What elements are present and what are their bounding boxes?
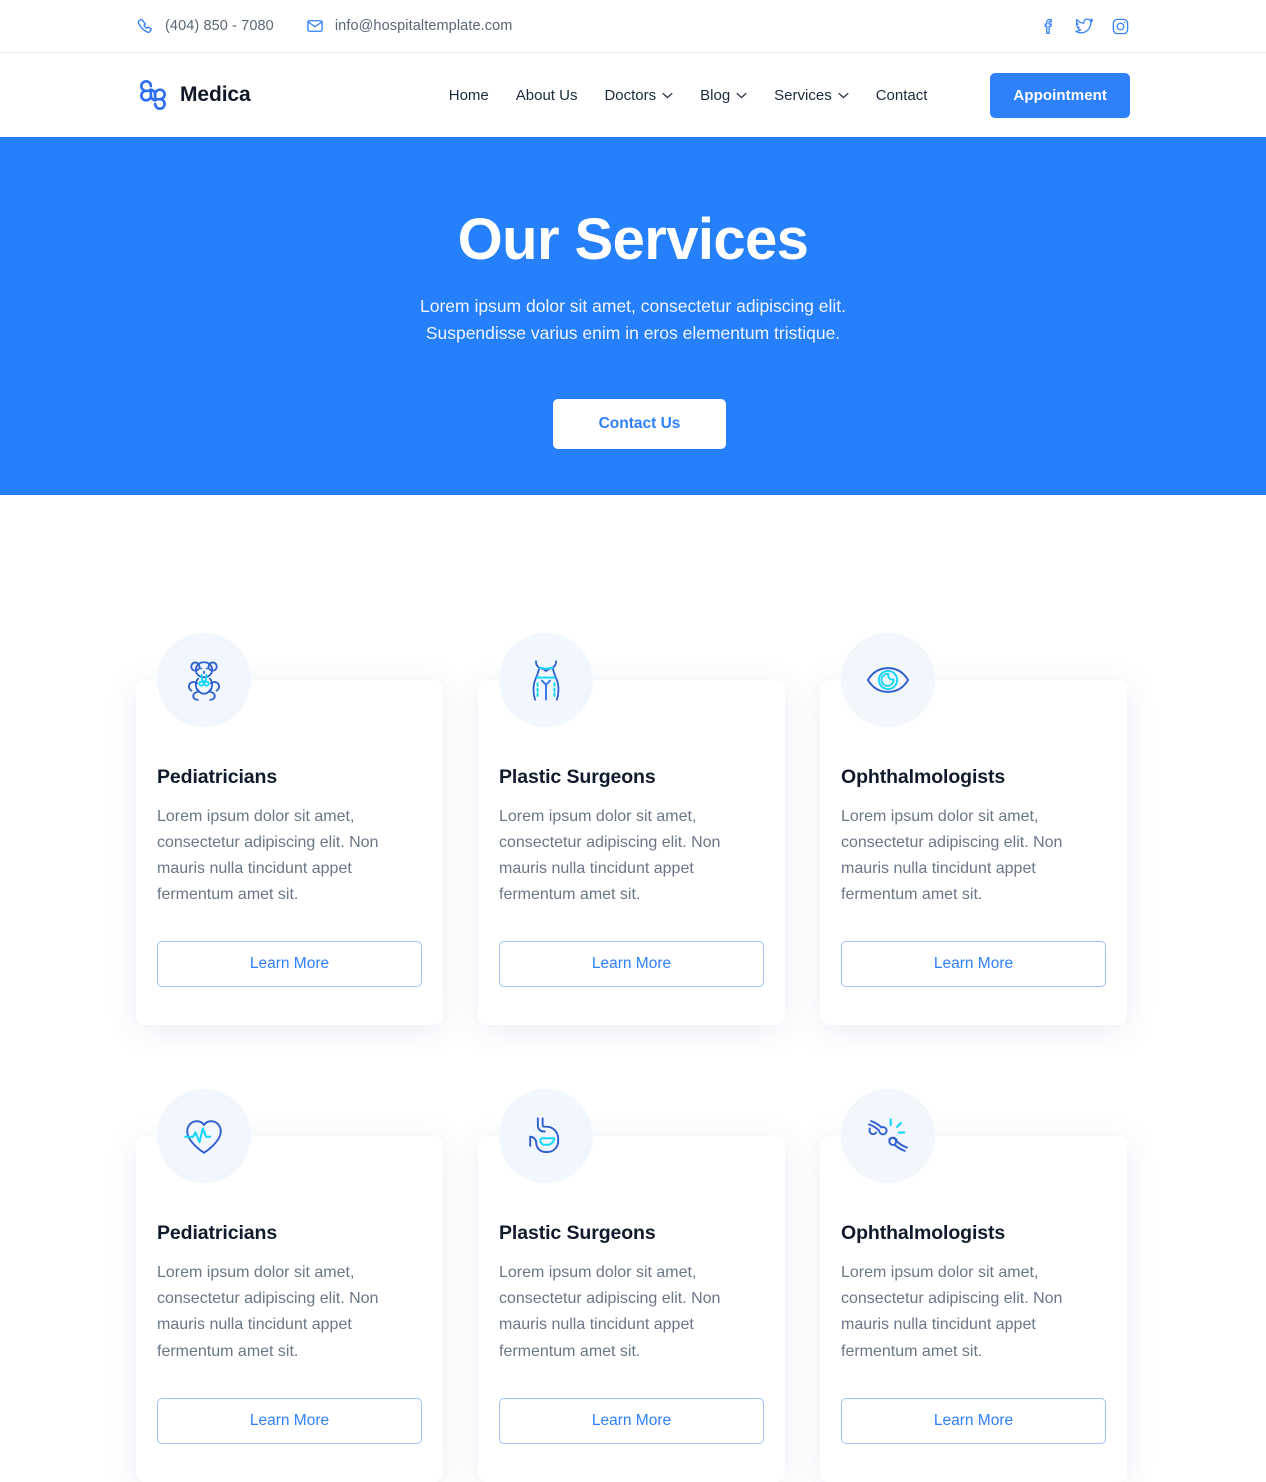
- hero-subtitle-line-2: Suspendisse varius enim in eros elementu…: [425, 323, 841, 344]
- nav-item-about-us-label: About Us: [515, 86, 578, 104]
- service-card-title: Plastic Surgeons: [499, 1222, 656, 1245]
- service-card[interactable]: Plastic Surgeons Lorem ipsum dolor sit a…: [478, 633, 785, 1026]
- hero-banner: Our Services Lorem ipsum dolor sit amet,…: [0, 137, 1266, 495]
- service-card-title: Pediatricians: [157, 766, 278, 788]
- brand-name: Medica: [180, 83, 251, 106]
- service-card-title: Plastic Surgeons: [499, 766, 656, 788]
- nav-item-home-label: Home: [448, 86, 489, 104]
- topbar-email-text: info@hospitaltemplate.com: [334, 18, 513, 34]
- nav-item-about-us[interactable]: About Us: [516, 87, 578, 104]
- service-card-description: Lorem ipsum dolor sit amet, consectetur …: [499, 1264, 721, 1360]
- instagram-icon[interactable]: [1111, 17, 1130, 36]
- medical-cross-logo-icon: [140, 79, 166, 111]
- service-card[interactable]: Ophthalmologists Lorem ipsum dolor sit a…: [820, 1089, 1127, 1482]
- services-section: Pediatricians Lorem ipsum dolor sit amet…: [0, 495, 1266, 1482]
- nav-item-services[interactable]: Services: [774, 87, 849, 104]
- torso-icon: [499, 633, 593, 727]
- learn-more-button[interactable]: Learn More: [499, 1397, 764, 1444]
- service-card[interactable]: Plastic Surgeons Lorem ipsum dolor sit a…: [478, 1089, 785, 1482]
- nav-item-services-label: Services: [774, 86, 832, 104]
- learn-more-button[interactable]: Learn More: [841, 1397, 1106, 1444]
- nav-item-doctors[interactable]: Doctors: [604, 87, 673, 104]
- page-title: Our Services: [457, 207, 809, 272]
- service-card-description: Lorem ipsum dolor sit amet, consectetur …: [157, 808, 379, 904]
- services-grid: Pediatricians Lorem ipsum dolor sit amet…: [136, 633, 1130, 1482]
- service-card-title: Ophthalmologists: [841, 766, 1006, 788]
- learn-more-button[interactable]: Learn More: [157, 1397, 422, 1444]
- learn-more-button[interactable]: Learn More: [499, 941, 764, 988]
- nav-item-blog-label: Blog: [700, 86, 731, 104]
- hero-subtitle: Lorem ipsum dolor sit amet, consectetur …: [420, 293, 846, 347]
- main-nav: Home About Us Doctors Blog Services Cont…: [449, 72, 1130, 118]
- topbar-contact-group: (404) 850 - 7080 info@hospitaltemplate.c…: [136, 17, 1039, 35]
- appointment-button[interactable]: Appointment: [990, 72, 1130, 118]
- brand-logo[interactable]: Medica: [136, 78, 251, 112]
- topbar-phone-text: (404) 850 - 7080: [165, 18, 274, 34]
- mail-icon: [306, 17, 324, 35]
- chevron-down-icon: [838, 92, 849, 98]
- service-card-title: Pediatricians: [157, 1222, 278, 1245]
- service-card-description: Lorem ipsum dolor sit amet, consectetur …: [157, 1264, 379, 1360]
- phone-icon: [136, 17, 154, 35]
- service-card-description: Lorem ipsum dolor sit amet, consectetur …: [499, 808, 721, 904]
- learn-more-button[interactable]: Learn More: [157, 941, 422, 988]
- bone-joint-icon: [841, 1089, 935, 1184]
- stomach-icon: [499, 1089, 593, 1184]
- service-card-description: Lorem ipsum dolor sit amet, consectetur …: [841, 1264, 1063, 1360]
- service-card[interactable]: Pediatricians Lorem ipsum dolor sit amet…: [136, 633, 443, 1026]
- chevron-down-icon: [736, 92, 747, 98]
- teddy-bear-icon: [157, 633, 251, 727]
- topbar-phone[interactable]: (404) 850 - 7080: [136, 17, 274, 35]
- site-header: Medica Home About Us Doctors Blog Servic…: [0, 53, 1266, 137]
- topbar-social-links: [1039, 17, 1130, 36]
- hero-subtitle-line-1: Lorem ipsum dolor sit amet, consectetur …: [419, 295, 847, 316]
- service-card[interactable]: Ophthalmologists Lorem ipsum dolor sit a…: [820, 633, 1127, 1026]
- learn-more-button[interactable]: Learn More: [841, 941, 1106, 988]
- nav-item-contact-label: Contact: [875, 86, 928, 104]
- service-card-title: Ophthalmologists: [841, 1222, 1006, 1245]
- topbar: (404) 850 - 7080 info@hospitaltemplate.c…: [0, 0, 1266, 53]
- contact-us-button[interactable]: Contact Us: [552, 399, 727, 450]
- eye-icon: [841, 633, 935, 727]
- page-root: (404) 850 - 7080 info@hospitaltemplate.c…: [0, 0, 1266, 1482]
- service-card[interactable]: Pediatricians Lorem ipsum dolor sit amet…: [136, 1089, 443, 1482]
- service-card-description: Lorem ipsum dolor sit amet, consectetur …: [841, 808, 1063, 904]
- heart-pulse-icon: [157, 1089, 251, 1184]
- chevron-down-icon: [662, 92, 673, 98]
- nav-item-home[interactable]: Home: [449, 87, 489, 104]
- nav-item-doctors-label: Doctors: [604, 86, 657, 104]
- nav-item-contact[interactable]: Contact: [876, 87, 928, 104]
- twitter-icon[interactable]: [1075, 17, 1094, 36]
- topbar-email[interactable]: info@hospitaltemplate.com: [306, 17, 513, 35]
- facebook-icon[interactable]: [1039, 17, 1058, 36]
- nav-item-blog[interactable]: Blog: [700, 87, 747, 104]
